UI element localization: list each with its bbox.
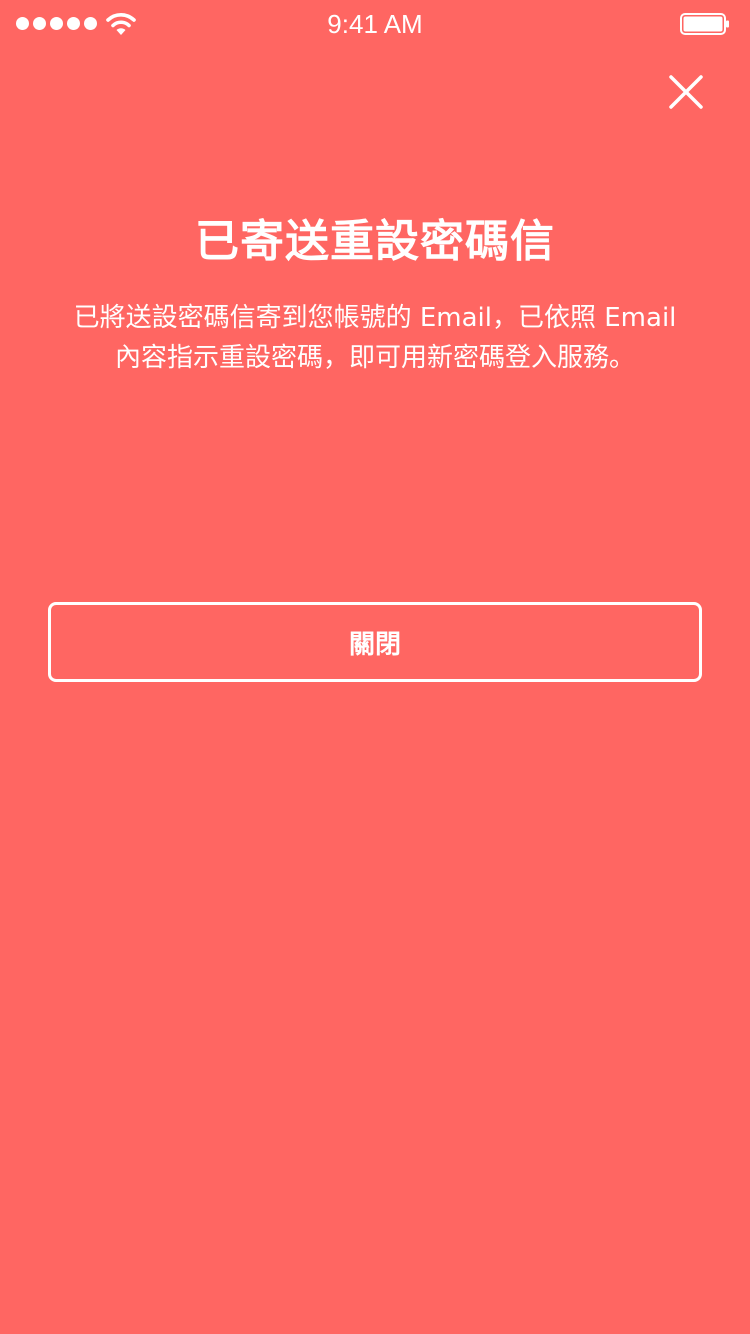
close-button[interactable]: [660, 66, 712, 118]
close-icon: [669, 75, 703, 109]
close-action-label: 關閉: [348, 629, 401, 660]
confirmation-message: 已將送設密碼信寄到您帳號的 Email，已依照 Email 內容指示重設密碼，即…: [50, 298, 700, 378]
page-title: 已寄送重設密碼信: [195, 216, 555, 267]
close-action-button[interactable]: 關閉: [48, 602, 702, 682]
message-line-2: 內容指示重設密碼，即可用新密碼登入服務。: [114, 343, 635, 373]
battery-icon: [680, 13, 729, 35]
message-line-1: 已將送設密碼信寄到您帳號的 Email，已依照 Email: [73, 303, 677, 333]
status-bar: 9:41 AM: [0, 0, 750, 48]
status-time: 9:41 AM: [327, 9, 423, 39]
